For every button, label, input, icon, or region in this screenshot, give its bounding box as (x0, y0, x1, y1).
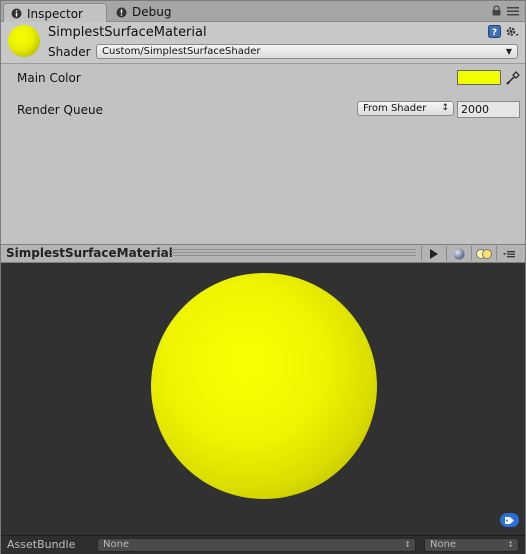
menu-icon[interactable] (496, 246, 521, 261)
info-icon (11, 8, 22, 19)
preview-sphere (151, 273, 377, 499)
gear-icon[interactable] (505, 25, 519, 41)
tab-strip: Inspector Debug (1, 1, 525, 23)
updown-arrows-icon: ↕ (441, 103, 449, 113)
tab-debug-label: Debug (132, 5, 172, 19)
tab-inspector[interactable]: Inspector (3, 3, 107, 23)
render-queue-mode: From Shader (363, 103, 427, 114)
help-icon[interactable]: ? (488, 25, 501, 41)
lock-icon[interactable] (492, 5, 501, 16)
tab-debug[interactable]: Debug (109, 3, 179, 21)
asset-bundle-variant-value: None (430, 539, 457, 550)
chevron-down-icon: ▼ (505, 47, 512, 56)
inspector-window: Inspector Debug SimplestSurfaceMaterial … (0, 0, 526, 554)
main-color-swatch[interactable] (457, 70, 501, 85)
shader-dropdown[interactable]: Custom/SimplestSurfaceShader ▼ (96, 44, 518, 59)
asset-bundle-name-dropdown[interactable]: None ↕ (97, 538, 416, 552)
asset-bundle-label: AssetBundle (7, 538, 76, 551)
resize-grip[interactable] (171, 249, 416, 258)
preview-toolbar (421, 246, 521, 261)
asset-bundle-name-value: None (103, 539, 130, 550)
play-icon[interactable] (421, 246, 446, 261)
material-header: SimplestSurfaceMaterial Shader Custom/Si… (1, 22, 525, 64)
material-thumbnail (8, 25, 40, 57)
preview-header: SimplestSurfaceMaterial (1, 244, 525, 263)
shader-label: Shader (48, 45, 91, 59)
render-queue-dropdown[interactable]: From Shader ↕ (357, 101, 454, 116)
updown-arrows-icon: ↕ (507, 540, 514, 549)
eyedropper-icon[interactable] (506, 69, 520, 85)
main-color-label: Main Color (17, 71, 81, 85)
render-queue-label: Render Queue (17, 103, 103, 117)
asset-bundle-bar: AssetBundle None ↕ None ↕ (1, 535, 525, 554)
asset-bundle-variant-dropdown[interactable]: None ↕ (424, 538, 519, 552)
menu-icon[interactable] (507, 6, 519, 16)
material-name: SimplestSurfaceMaterial (48, 25, 207, 40)
tab-inspector-label: Inspector (27, 6, 83, 21)
updown-arrows-icon: ↕ (404, 540, 411, 549)
sphere-preview-icon[interactable] (446, 246, 471, 261)
tab-strip-controls (492, 5, 519, 16)
shader-dropdown-value: Custom/SimplestSurfaceShader (102, 46, 261, 57)
lights-icon[interactable] (471, 246, 496, 261)
render-queue-input[interactable]: 2000 (457, 101, 520, 118)
svg-text:?: ? (492, 28, 497, 38)
material-preview[interactable] (1, 263, 525, 535)
preview-title: SimplestSurfaceMaterial (6, 246, 173, 260)
header-icons: ? (488, 25, 519, 41)
material-properties: Main Color Render Queue From Shader ↕ 20… (1, 64, 525, 244)
tag-icon[interactable] (500, 513, 519, 527)
bug-icon (116, 7, 127, 18)
